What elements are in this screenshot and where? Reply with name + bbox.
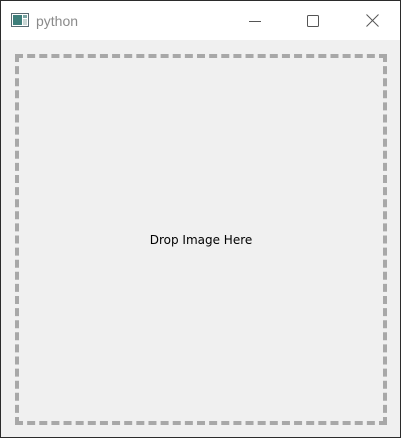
app-window-icon bbox=[11, 13, 29, 27]
maximize-icon bbox=[307, 14, 319, 27]
title-bar[interactable]: python bbox=[1, 1, 400, 40]
maximize-button[interactable] bbox=[290, 1, 336, 40]
minimize-button[interactable] bbox=[232, 1, 278, 40]
close-icon bbox=[365, 14, 379, 27]
window-content: Drop Image Here bbox=[1, 40, 400, 437]
minimize-icon bbox=[249, 15, 261, 27]
drop-zone-label: Drop Image Here bbox=[149, 232, 253, 247]
close-button[interactable] bbox=[349, 1, 395, 40]
app-window: python Drop Image Here bbox=[0, 0, 401, 438]
image-drop-zone[interactable]: Drop Image Here bbox=[15, 54, 387, 425]
window-title: python bbox=[36, 13, 79, 29]
